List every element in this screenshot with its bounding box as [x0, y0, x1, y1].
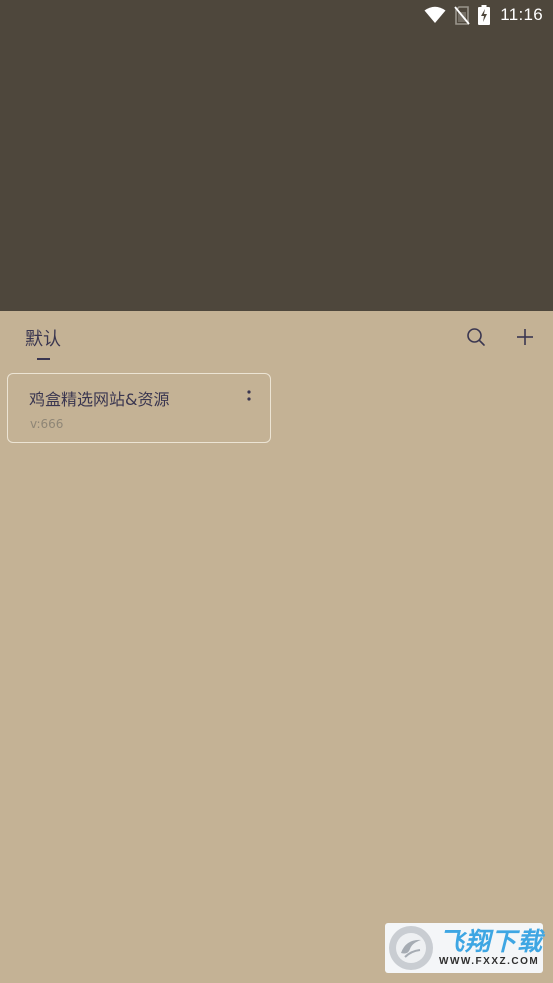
tab-bar: 默认 — [0, 311, 553, 367]
item-version: v:666 — [30, 417, 64, 431]
status-bar: 11:16 — [424, 4, 543, 26]
item-title: 鸡盒精选网站&资源 — [29, 390, 170, 409]
watermark-main-text: 飞翔下载 — [439, 927, 544, 956]
watermark-logo-icon — [389, 926, 433, 970]
watermark-url: WWW.FXXZ.COM — [439, 956, 540, 967]
item-menu-button[interactable] — [242, 386, 256, 408]
list-item[interactable]: 鸡盒精选网站&资源 v:666 — [7, 373, 271, 443]
search-button[interactable] — [464, 327, 488, 351]
top-dark-area: 11:16 — [0, 0, 553, 311]
more-vertical-icon — [247, 388, 251, 407]
tab-active-indicator — [37, 358, 50, 360]
status-time: 11:16 — [500, 5, 543, 24]
no-sim-icon — [454, 5, 470, 25]
plus-icon — [516, 328, 534, 350]
wifi-icon — [424, 6, 446, 24]
watermark-text: 飞翔下载 WWW.FXXZ.COM — [439, 929, 543, 967]
search-icon — [466, 327, 486, 351]
watermark: 飞翔下载 WWW.FXXZ.COM — [385, 923, 543, 973]
tab-default[interactable]: 默认 — [25, 325, 61, 351]
add-button[interactable] — [513, 327, 537, 351]
main-content: 默认 鸡盒精选网站&资源 v:666 — [0, 311, 553, 983]
battery-charging-icon — [478, 5, 491, 25]
